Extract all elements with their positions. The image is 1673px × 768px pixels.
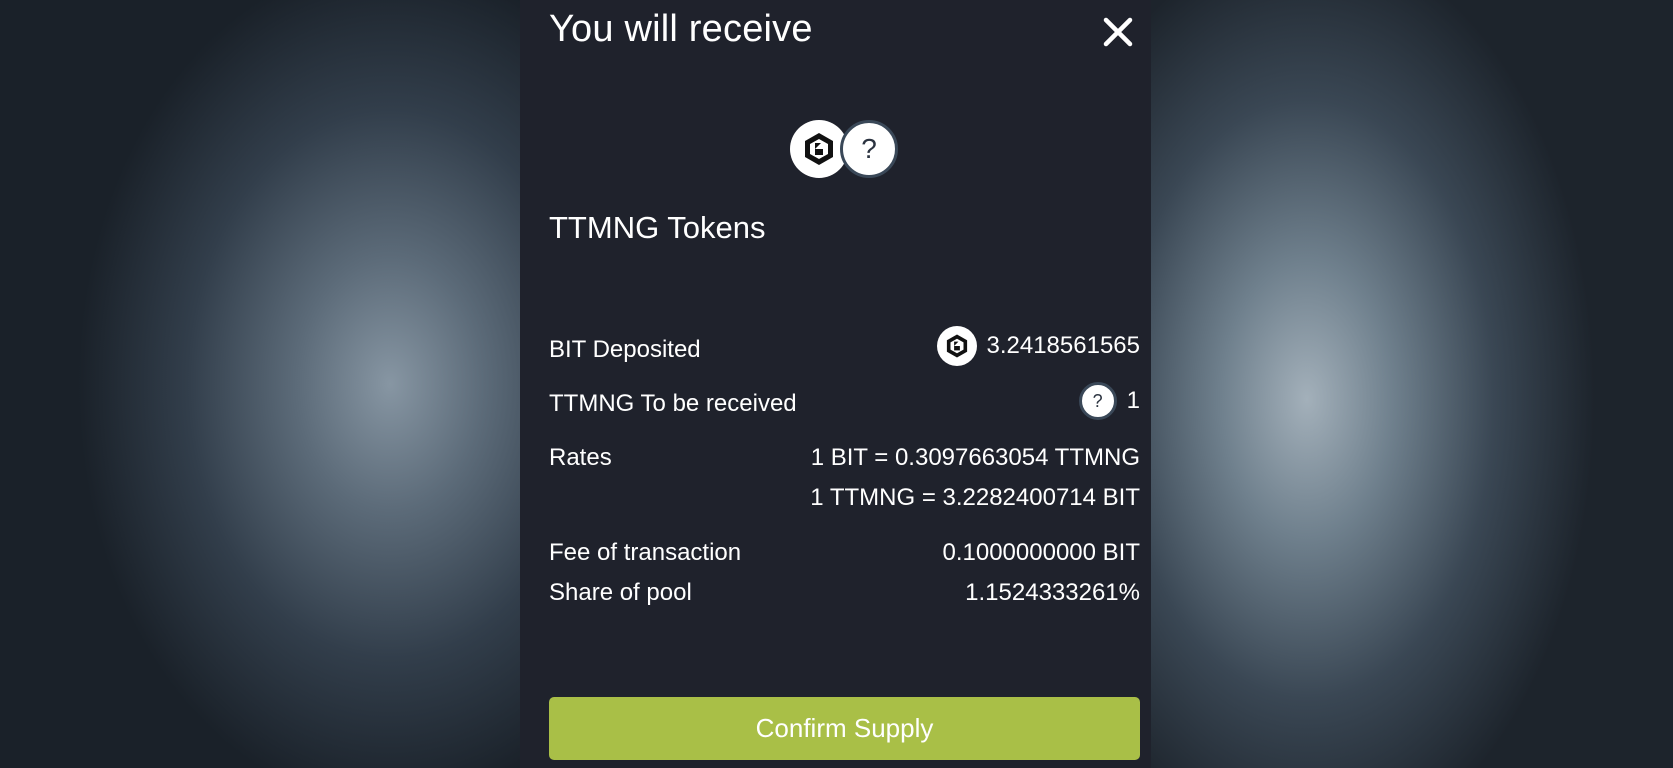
deposited-label: BIT Deposited [549, 336, 701, 363]
unknown-token-icon: ? [1078, 382, 1117, 420]
background-right [1150, 0, 1673, 768]
background-left [0, 0, 520, 768]
received-label: TTMNG To be received [549, 390, 797, 417]
fee-label: Fee of transaction [549, 539, 742, 566]
share-label: Share of pool [549, 579, 692, 606]
bit-token-icon [936, 326, 977, 366]
close-button[interactable] [1100, 14, 1136, 50]
unknown-token-icon: ? [840, 120, 898, 178]
deposited-value: 3.2418561565 [986, 332, 1141, 359]
token-name: TTMNG Tokens [549, 210, 766, 245]
received-value-group: ? 1 [1078, 382, 1140, 420]
rate-bit-to-ttmng: 1 BIT = 0.3097663054 TTMNG [810, 444, 1140, 471]
receive-modal: You will receive ? TTMNG Tokens BIT Depo… [520, 0, 1151, 768]
fee-value: 0.1000000000 BIT [942, 539, 1141, 566]
confirm-supply-button[interactable]: Confirm Supply [549, 697, 1140, 760]
rates-label: Rates [549, 444, 612, 471]
modal-title: You will receive [549, 8, 813, 50]
token-pair-icons: ? [790, 120, 906, 182]
received-value: 1 [1126, 387, 1140, 414]
close-icon [1103, 17, 1133, 47]
deposited-value-group: 3.2418561565 [936, 326, 1141, 366]
share-value: 1.1524333261% [965, 579, 1140, 606]
rate-ttmng-to-bit: 1 TTMNG = 3.2282400714 BIT [810, 484, 1140, 511]
